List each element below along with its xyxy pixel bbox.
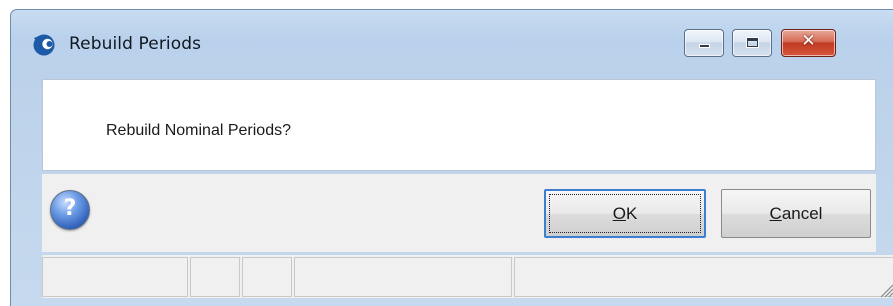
maximize-icon: [746, 37, 759, 48]
minimize-icon: [699, 44, 710, 48]
cancel-label-rest: ancel: [781, 204, 823, 223]
dialog-window: Rebuild Periods ✕ Rebuild Nominal Period…: [10, 9, 893, 306]
focus-ring: [549, 194, 701, 233]
help-button[interactable]: ?: [50, 190, 90, 230]
status-panel: [42, 257, 188, 297]
window-title: Rebuild Periods: [69, 34, 202, 54]
cancel-mnemonic: C: [769, 204, 782, 223]
ok-button[interactable]: OK: [544, 189, 706, 238]
close-icon: ✕: [801, 31, 816, 51]
dialog-message: Rebuild Nominal Periods?: [106, 122, 291, 139]
maximize-button[interactable]: [732, 29, 772, 57]
status-panel: [294, 257, 512, 297]
help-icon: ?: [63, 196, 77, 221]
button-bar: ? OK Cancel: [42, 174, 876, 252]
status-bar: [42, 255, 893, 298]
resize-grip-icon[interactable]: [876, 280, 893, 298]
app-logo-icon: [33, 34, 55, 56]
cancel-button[interactable]: Cancel: [721, 189, 871, 238]
status-panel: [190, 257, 240, 297]
minimize-button[interactable]: [684, 29, 724, 57]
close-button[interactable]: ✕: [781, 29, 836, 57]
message-panel: Rebuild Nominal Periods?: [42, 79, 876, 171]
title-bar[interactable]: Rebuild Periods ✕: [11, 10, 893, 57]
status-panel: [242, 257, 292, 297]
status-panel: [514, 257, 893, 297]
